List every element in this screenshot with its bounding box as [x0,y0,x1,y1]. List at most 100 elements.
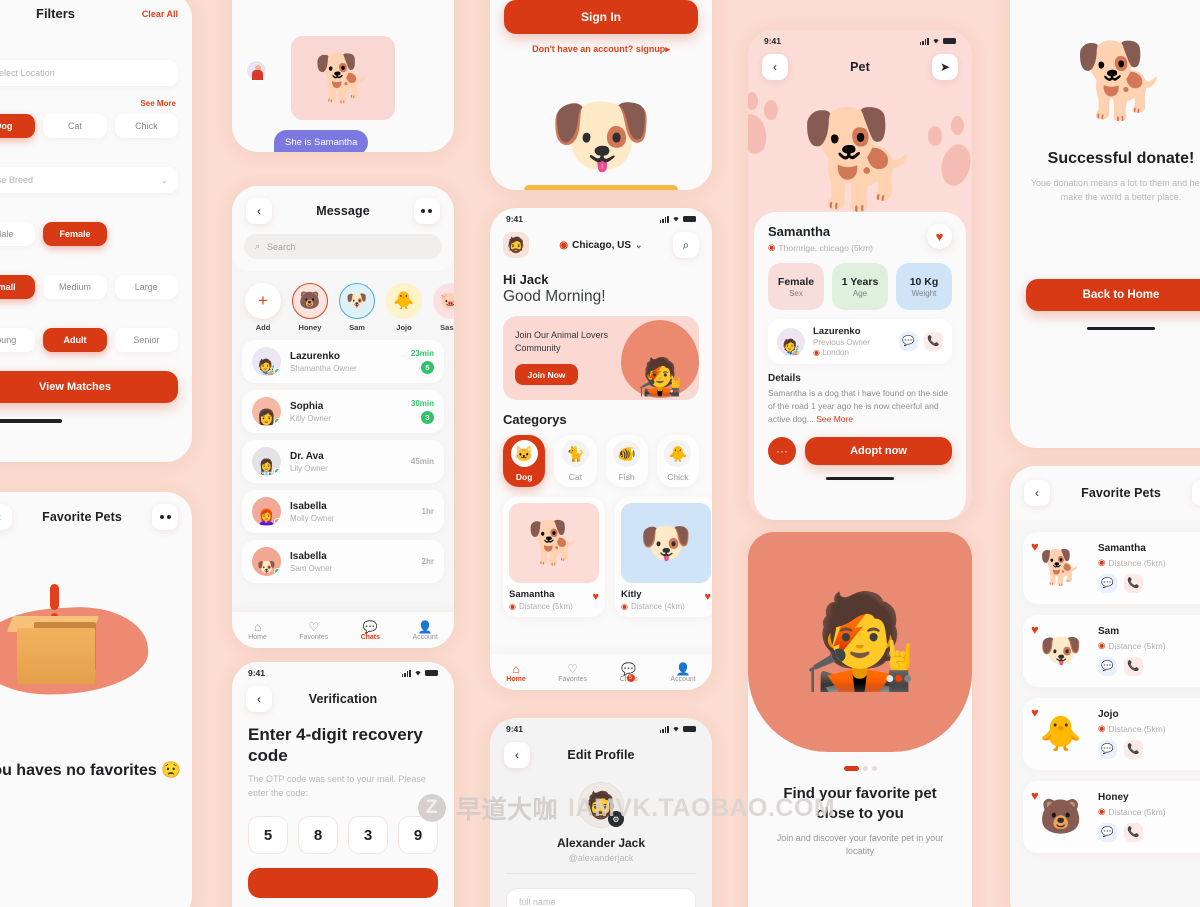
camera-icon[interactable]: ⚙ [608,811,624,827]
view-matches-button[interactable]: View Matches [0,371,178,403]
back-button[interactable]: ‹ [0,504,12,530]
more-options-button[interactable] [1192,480,1200,506]
chip-adult[interactable]: Adult [43,328,107,352]
list-item[interactable]: ♥ 🐥 Jojo ◉ Distance (5km) 💬 📞 [1023,698,1200,770]
tab-account[interactable]: 👤 Account [412,620,437,641]
page-dot[interactable] [862,766,868,771]
category-fish[interactable]: 🐠 Fish [605,435,648,487]
table-row[interactable]: 🧑‍🎨 Lazurenko Shamantha Owner 23min 5 [242,340,444,383]
breed-select[interactable]: hoose Breed ⌄ [0,167,178,193]
favorite-heart-icon[interactable]: ♥ [927,224,952,249]
chip-male[interactable]: Male [0,222,36,246]
chip-young[interactable]: Young [0,328,36,352]
full-name-field[interactable]: full name [506,888,696,907]
avatar[interactable]: 🧔 [503,232,529,258]
story-item[interactable]: 🐥 Jojo [385,283,423,332]
message-icon[interactable]: 💬 [1098,823,1117,842]
favorite-heart-icon[interactable]: ♥ [1031,705,1039,720]
favorite-heart-icon[interactable]: ♥ [592,591,599,603]
join-now-button[interactable]: Join Now [515,364,578,386]
phone-icon[interactable]: 📞 [1124,574,1143,593]
sign-in-button[interactable]: Sign In [504,0,698,34]
tab-label: Account [412,633,438,641]
back-button[interactable]: ‹ [246,198,272,224]
chat-fab-button[interactable]: ··· [768,436,796,465]
story-item[interactable]: 🐷 Sassy [432,283,454,332]
page-dot[interactable] [871,766,877,771]
signup-link[interactable]: signup [636,44,666,54]
profile-avatar[interactable]: 🧔 ⚙ [578,782,624,828]
pet-card[interactable]: 🐕 Samantha ◉ Distance (5km) ♥ [503,497,605,617]
otp-digit-3[interactable]: 3 [348,816,388,855]
phone-icon[interactable]: 📞 [924,332,943,351]
phone-icon[interactable]: 📞 [1124,740,1143,759]
tab-chats[interactable]: 💬 Chats [361,620,380,641]
tab-home[interactable]: ⌂ Home [248,620,267,641]
search-button[interactable]: ⌕ [673,232,699,258]
tab-home[interactable]: ⌂ Home [506,662,525,683]
table-row[interactable]: 👩 Sophia Kitly Owner 30min 3 [242,390,444,433]
clear-all-button[interactable]: Clear All [142,9,178,19]
back-to-home-button[interactable]: Back to Home [1026,278,1200,311]
adopt-now-button[interactable]: Adopt now [805,436,952,465]
message-icon[interactable]: 💬 [1098,574,1117,593]
category-cat[interactable]: 🐈 Cat [554,435,597,487]
verify-submit-button[interactable] [248,868,438,899]
promo-banner[interactable]: Join Our Animal Lovers Community Join No… [503,316,699,400]
chip-cat[interactable]: Cat [43,114,107,138]
type-see-more-link[interactable]: See More [140,99,176,108]
chip-senior[interactable]: Senior [114,328,178,352]
search-input[interactable]: ⌕ Search [244,234,442,259]
tab-account[interactable]: 👤 Account [670,662,695,683]
list-item[interactable]: ♥ 🐕 Samantha ◉ Distance (5km) 💬 📞 [1023,532,1200,604]
category-chick[interactable]: 🐥 Chick [656,435,699,487]
favorite-heart-icon[interactable]: ♥ [704,591,711,603]
message-icon[interactable]: 💬 [1098,657,1117,676]
tab-favorites[interactable]: ♡ Favorites [558,662,587,683]
otp-digit-4[interactable]: 9 [398,816,438,855]
pet-card[interactable]: 🐶 Kitly ◉ Distance (4km) ♥ [615,497,712,617]
otp-digit-2[interactable]: 8 [298,816,338,855]
favorite-heart-icon[interactable]: ♥ [1031,788,1039,803]
page-dot-active[interactable] [843,766,859,771]
back-button[interactable]: ‹ [246,686,272,712]
chip-medium[interactable]: Medium [43,275,107,299]
otp-digit-1[interactable]: 5 [248,816,288,855]
location-input[interactable]: ⌕ Select Location [0,60,178,86]
list-item[interactable]: ♥ 🐻 Honey ◉ Distance (5km) 💬 📞 [1023,781,1200,853]
avatar: 🐶 [252,547,281,576]
share-button[interactable]: ➤ [931,54,958,80]
phone-icon[interactable]: 📞 [1124,823,1143,842]
size-chip-row: Small Medium Large [0,275,178,299]
story-add[interactable]: + Add [244,283,282,332]
chip-small[interactable]: Small [0,275,36,299]
chip-chick[interactable]: Chick [114,114,178,138]
story-item[interactable]: 🐻 Honey [291,283,329,332]
phone-icon[interactable]: 📞 [1124,657,1143,676]
tab-favorites[interactable]: ♡ Favorites [299,620,328,641]
more-options-button[interactable] [413,198,440,224]
story-item[interactable]: 🐶 Sam [338,283,376,332]
message-icon[interactable]: 💬 [899,332,918,351]
table-row[interactable]: 🐶 Isabella Sam Owner 2hr [242,540,444,583]
favorite-heart-icon[interactable]: ♥ [1031,622,1039,637]
more-options-button[interactable] [152,504,178,530]
favorite-heart-icon[interactable]: ♥ [1031,539,1039,554]
table-row[interactable]: 👩‍⚕️ Dr. Ava Lily Owner 45min [242,440,444,483]
chip-large[interactable]: Large [114,275,178,299]
see-more-link[interactable]: See More [816,414,853,424]
chat-image-attachment[interactable]: 🐕 [291,36,395,120]
table-row[interactable]: 👩‍🦰 Isabella Molly Owner 1hr [242,490,444,533]
tab-label: Account [670,675,696,683]
message-icon[interactable]: 💬 [1098,740,1117,759]
category-dog[interactable]: 🐱 Dog [503,435,546,487]
back-button[interactable]: ‹ [504,742,530,768]
list-item[interactable]: ♥ 🐶 Sam ◉ Distance (5km) 💬 📞 [1023,615,1200,687]
tab-chats[interactable]: 💬 5 Chats [620,662,638,683]
back-button[interactable]: ‹ [762,54,788,80]
chip-dog[interactable]: Dog [0,114,36,138]
location-selector[interactable]: ◉ Chicago, US ⌄ [559,240,642,251]
contact-name: Isabella [290,550,327,562]
back-button[interactable]: ‹ [1024,480,1050,506]
chip-female[interactable]: Female [43,222,107,246]
